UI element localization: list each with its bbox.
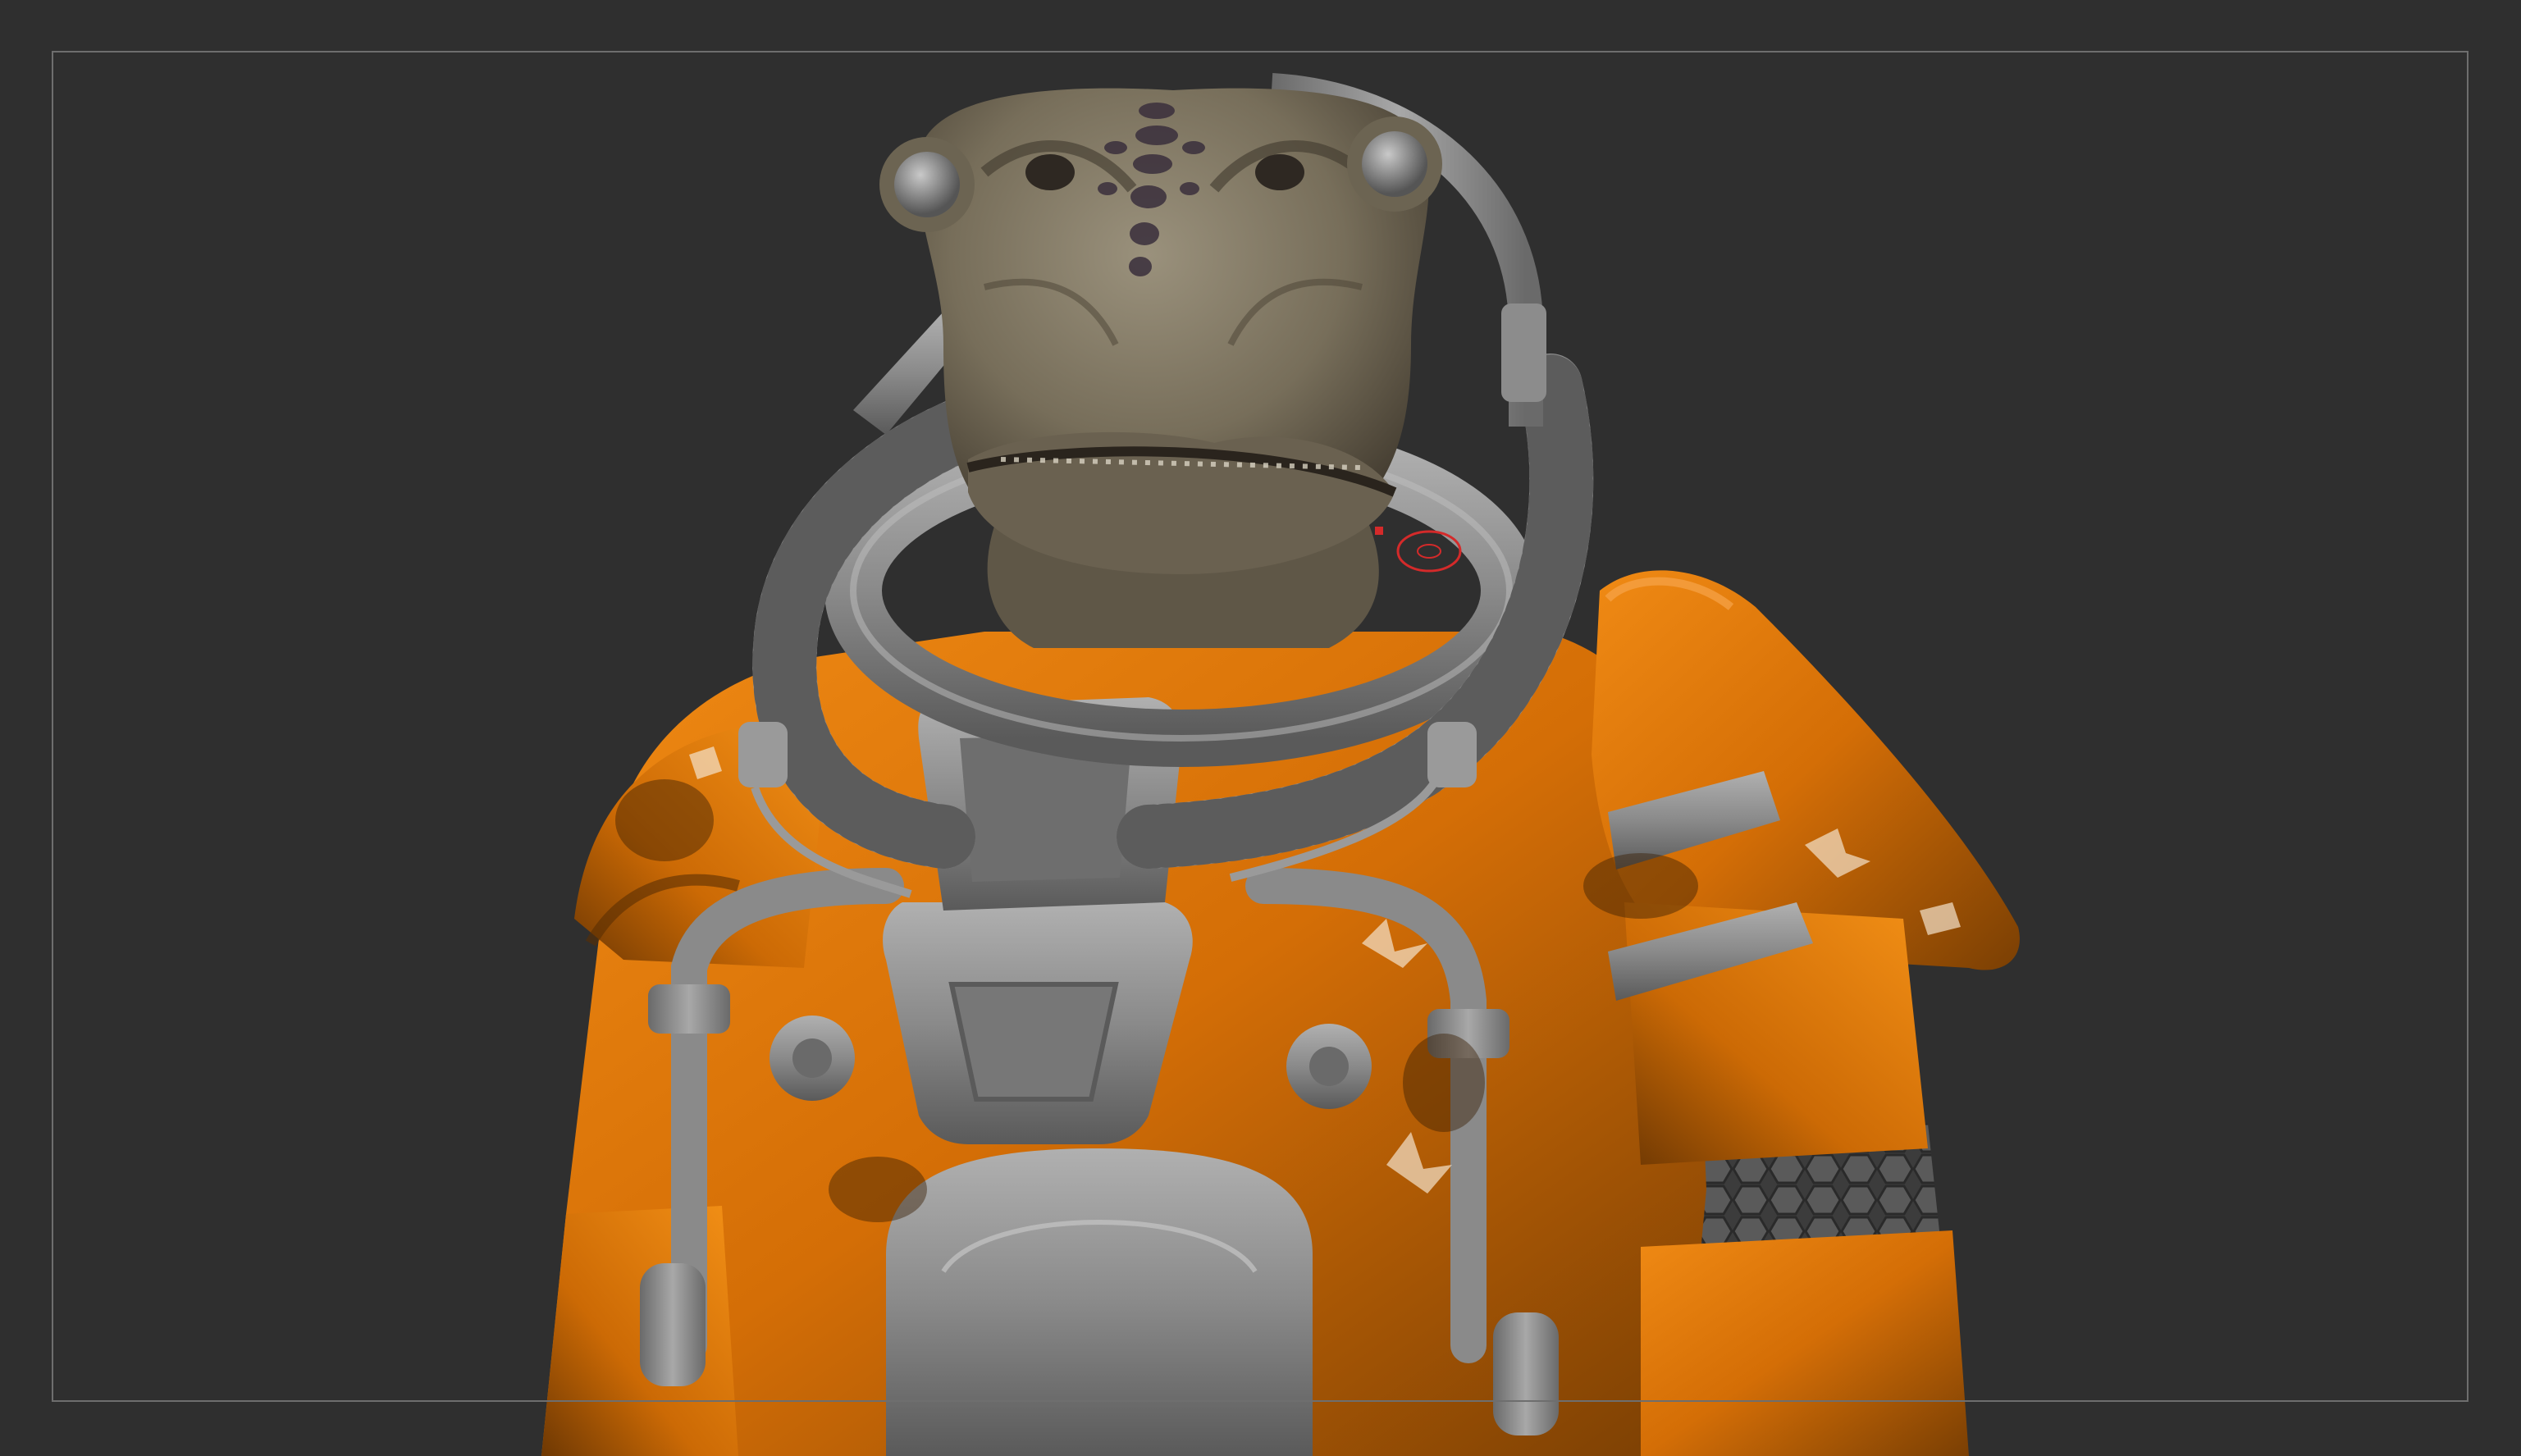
valve-knob-right: [1286, 1024, 1372, 1109]
forearm-right: [1641, 1230, 1969, 1456]
pipe-clamp: [1493, 1312, 1559, 1435]
alien-eye-right: [1347, 116, 1442, 212]
pipe-clamp: [648, 984, 730, 1034]
sculpt-render[interactable]: [0, 0, 2521, 1456]
pipe-clamp: [640, 1263, 706, 1386]
alien-eye-left: [879, 137, 975, 232]
chest-plate: [886, 1148, 1313, 1456]
valve-knob-left: [770, 1016, 855, 1101]
viewport-canvas[interactable]: [0, 0, 2521, 1456]
